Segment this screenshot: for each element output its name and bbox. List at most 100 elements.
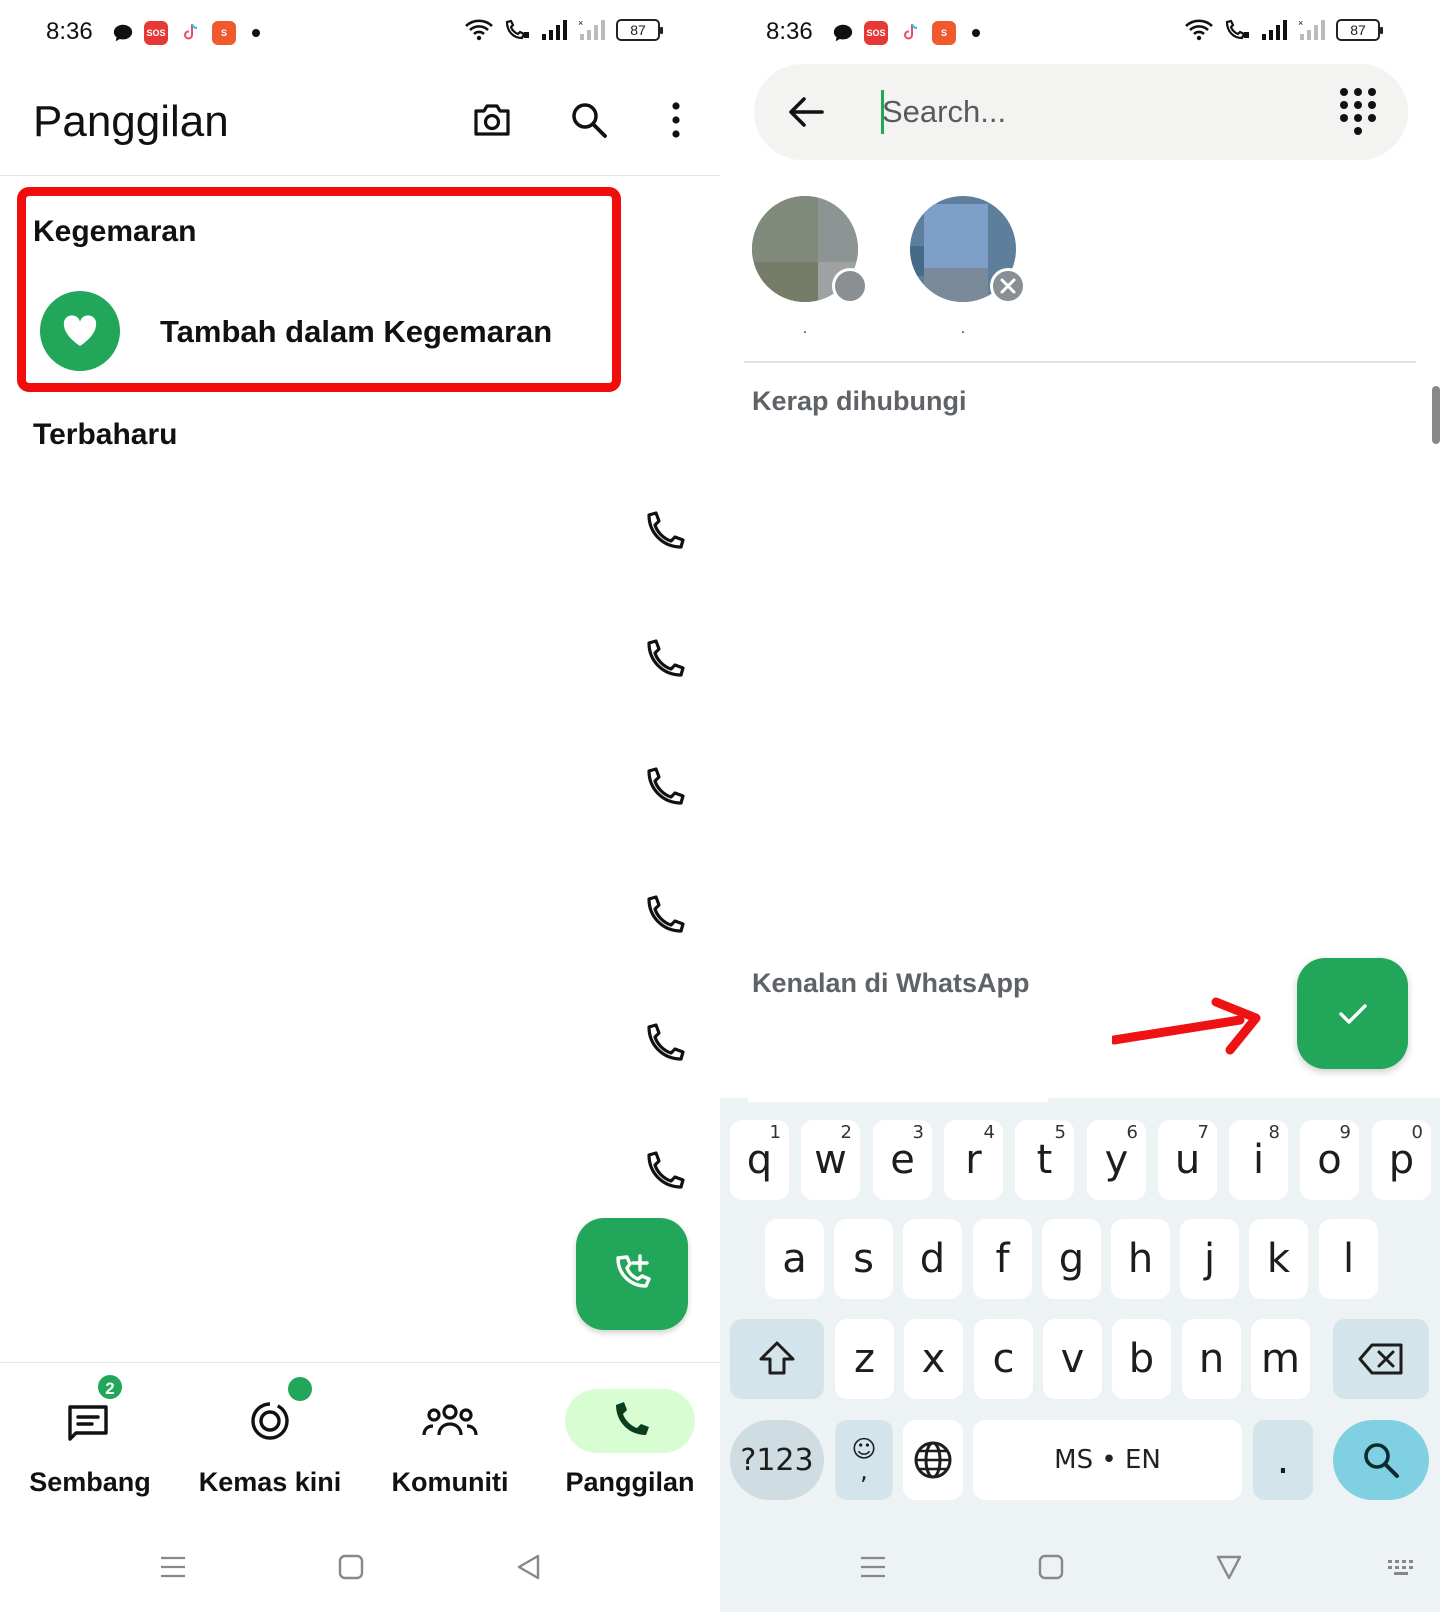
hide-keyboard-icon[interactable] [1214,1552,1244,1582]
call-icon[interactable] [643,511,685,553]
call-icon[interactable] [643,1023,685,1065]
key-x[interactable]: x [904,1319,963,1399]
new-call-fab[interactable] [576,1218,688,1330]
key-m[interactable]: m [1251,1319,1310,1399]
wifi-call-icon [505,19,529,40]
key-r[interactable]: r4 [944,1120,1003,1200]
key-letter: y [1104,1137,1129,1183]
selected-contact[interactable]: . [910,196,1026,346]
keyboard-switch-icon[interactable] [1386,1552,1416,1582]
key-letter: w [814,1137,847,1183]
scrollbar-thumb[interactable] [1432,386,1440,444]
key-a[interactable]: a [765,1219,824,1299]
recent-call-row[interactable] [0,987,720,1097]
battery-indicator: 87 [616,19,663,41]
key-p[interactable]: p0 [1372,1120,1431,1200]
more-notifications-dot [252,29,260,37]
key-w[interactable]: w2 [801,1120,860,1200]
key-h[interactable]: h [1111,1219,1170,1299]
phone-icon [616,1402,649,1435]
home-icon[interactable] [1036,1552,1066,1582]
nav-updates[interactable]: Kemas kini [180,1363,360,1513]
key-letter: q [746,1137,773,1183]
key-k[interactable]: k [1249,1219,1308,1299]
key-number-hint: 0 [1411,1122,1423,1143]
nav-updates-label: Kemas kini [198,1467,342,1497]
more-options-icon[interactable] [654,98,698,142]
nav-community[interactable]: Komuniti [360,1363,540,1513]
camera-icon[interactable] [470,98,514,142]
call-icon[interactable] [643,895,685,937]
call-icon[interactable] [643,1151,685,1193]
key-i[interactable]: i8 [1229,1120,1288,1200]
nav-calls[interactable]: Panggilan [540,1363,720,1513]
key-letter: p [1388,1137,1415,1183]
key-c[interactable]: c [974,1319,1033,1399]
call-icon[interactable] [643,767,685,809]
nav-chats[interactable]: 2 Sembang [0,1363,180,1513]
language-key[interactable] [903,1420,963,1500]
search-icon[interactable] [567,98,611,142]
key-v[interactable]: v [1043,1319,1102,1399]
backspace-key[interactable] [1333,1319,1429,1399]
key-t[interactable]: t5 [1015,1120,1074,1200]
recent-apps-icon[interactable] [158,1552,188,1582]
key-g[interactable]: g [1042,1219,1101,1299]
notification-icons: SOS S [112,20,260,46]
add-favourite-avatar[interactable] [40,291,120,371]
call-icon[interactable] [643,639,685,681]
heart-icon [63,315,97,346]
recent-call-row[interactable] [0,1115,720,1225]
key-number-hint: 8 [1268,1122,1280,1143]
key-e[interactable]: e3 [873,1120,932,1200]
symbols-key[interactable]: ?123 [730,1420,824,1500]
recent-call-row[interactable] [0,731,720,841]
wifi-icon [1185,19,1213,41]
system-navigation-bar-right [720,1520,1440,1612]
dialpad-icon[interactable] [1338,86,1378,136]
sos-icon: SOS [144,21,168,45]
key-number-hint: 4 [983,1122,995,1143]
confirm-selection-fab[interactable] [1297,958,1408,1069]
community-icon [422,1404,478,1436]
key-b[interactable]: b [1112,1319,1171,1399]
key-y[interactable]: y6 [1087,1120,1146,1200]
search-input[interactable] [882,84,1282,140]
remove-contact-button[interactable] [832,268,868,304]
emoji-comma-key[interactable]: ☺ , [835,1420,893,1500]
add-to-favourites-link[interactable]: Tambah dalam Kegemaran [160,314,552,350]
more-notifications-dot [972,29,980,37]
home-icon[interactable] [336,1552,366,1582]
key-q[interactable]: q1 [730,1120,789,1200]
status-time-right: 8:36 [766,18,813,45]
key-o[interactable]: o9 [1300,1120,1359,1200]
key-number-hint: 7 [1197,1122,1209,1143]
key-n[interactable]: n [1182,1319,1241,1399]
red-arrow-annotation [1112,997,1261,1055]
selected-contact[interactable]: . [752,196,868,346]
key-z[interactable]: z [835,1319,894,1399]
back-arrow-icon[interactable] [784,90,828,134]
status-bar-right: 8:36 SOS S × 87 [720,0,1440,64]
tiktok-icon [904,23,918,40]
shift-key[interactable] [730,1319,824,1399]
key-f[interactable]: f [973,1219,1032,1299]
recent-call-row[interactable] [0,603,720,713]
recent-call-row[interactable] [0,859,720,969]
nav-community-label: Komuniti [391,1467,509,1497]
status-bar: 8:36 SOS S × 87 [0,0,720,64]
recent-call-row[interactable] [0,475,720,585]
key-u[interactable]: u7 [1158,1120,1217,1200]
key-d[interactable]: d [903,1219,962,1299]
page-title: Panggilan [33,97,229,146]
period-key[interactable]: . [1253,1420,1313,1500]
space-key[interactable]: MS • EN [973,1420,1242,1500]
remove-contact-button[interactable] [990,268,1026,304]
key-j[interactable]: j [1180,1219,1239,1299]
back-triangle-icon[interactable] [514,1552,544,1582]
key-l[interactable]: l [1319,1219,1378,1299]
comma-glyph: , [860,1457,868,1485]
recent-apps-icon[interactable] [858,1552,888,1582]
keyboard-search-key[interactable] [1333,1420,1429,1500]
key-s[interactable]: s [834,1219,893,1299]
